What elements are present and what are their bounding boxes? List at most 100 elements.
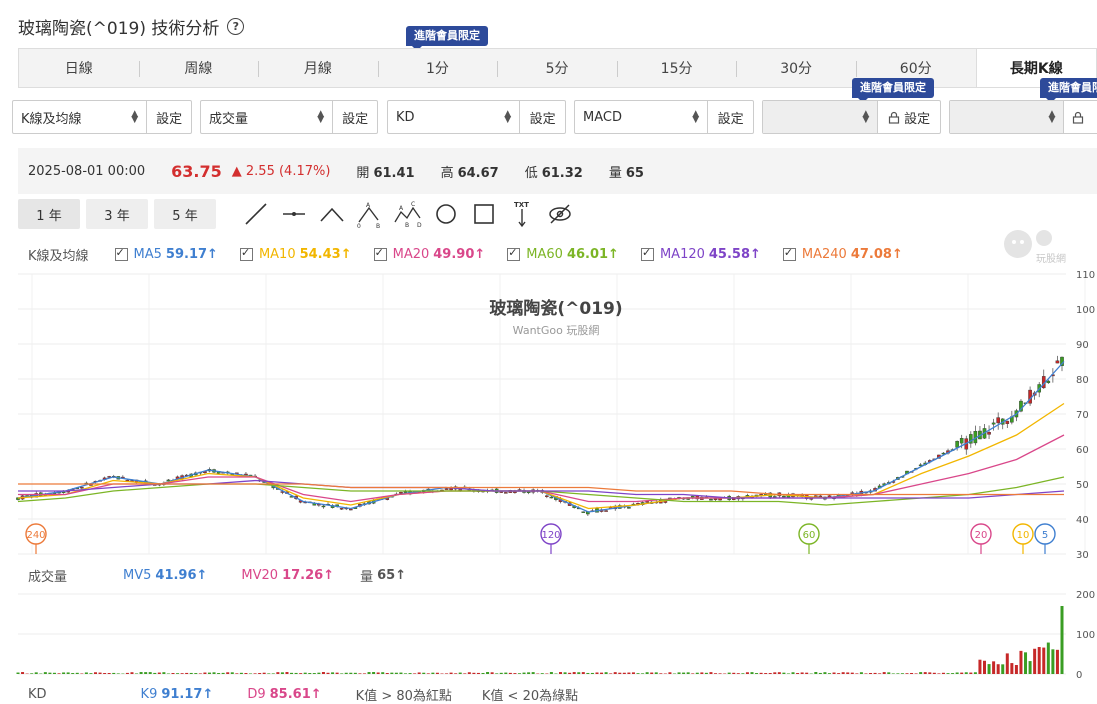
indicator-select-locked-2: ▲▼ [950,101,1064,133]
volume-bar [746,672,749,674]
checkbox-checked-icon[interactable] [641,248,654,261]
volume-bar [491,672,494,674]
volume-bar [559,672,562,674]
volume-bar [915,673,918,674]
candle-body [605,511,608,512]
svg-text:A: A [366,202,371,209]
volume-bar [454,673,457,674]
candle-body [399,492,402,493]
ma-marker-label: 5 [1042,530,1048,541]
indicator-select-group-5: ▲▼ 設定 [762,100,941,134]
volume-bar [655,672,658,674]
settings-button-locked-1[interactable]: 設定 [878,101,940,133]
ma240-toggle[interactable]: MA24047.08↑ [783,247,903,262]
ma60-toggle[interactable]: MA6046.01↑ [507,247,619,262]
tab-month[interactable]: 月線 [258,49,378,87]
volume-chart[interactable]: 2001000 [0,590,1097,680]
checkbox-checked-icon[interactable] [507,248,520,261]
volume-bar [819,673,822,674]
indicator-select-kline[interactable]: K線及均線 ▲▼ [13,101,147,133]
volume-bar [463,673,466,674]
candle-body [709,499,712,500]
range-5y-button[interactable]: 5 年 [154,199,216,229]
volume-bar [500,673,503,674]
candle-body [987,432,990,434]
price-chart[interactable]: 11010090807060504030 玻璃陶瓷(^019) WantGoo … [0,268,1097,558]
volume-bar [896,673,899,674]
settings-button-volume[interactable]: 設定 [333,101,377,133]
volume-bar [787,673,790,674]
volume-bar [172,673,175,674]
draw-abc-pattern-icon[interactable]: A0B [352,199,388,229]
checkbox-checked-icon[interactable] [240,248,253,261]
volume-bar [67,672,70,674]
indicator-select-kd[interactable]: KD ▲▼ [388,101,520,133]
draw-abcd-pattern-icon[interactable]: ACBD [390,199,426,229]
volume-bar [126,673,129,674]
indicator-select-volume-value: 成交量 [209,108,248,127]
draw-rectangle-icon[interactable] [466,199,502,229]
volume-bar [869,673,872,674]
range-1y-button[interactable]: 1 年 [18,199,80,229]
indicator-select-locked-1: ▲▼ [763,101,878,133]
tab-week[interactable]: 周線 [139,49,259,87]
settings-button-kline[interactable]: 設定 [147,101,191,133]
draw-line-icon[interactable] [238,199,274,229]
candle-body [782,496,785,497]
mv5-value: 41.96↑ [155,568,207,583]
draw-angle-icon[interactable] [314,199,350,229]
volume-bar [372,672,375,674]
draw-circle-icon[interactable] [428,199,464,229]
volume-bar [436,673,439,674]
volume-chart-y-axis: 2001000 [1076,590,1095,680]
tab-15min[interactable]: 15分 [617,49,737,87]
ma20-toggle[interactable]: MA2049.90↑ [374,247,486,262]
low-label: 低 [525,166,538,181]
volume-bar [117,673,120,674]
volume-bar [76,673,79,674]
settings-button-macd[interactable]: 設定 [708,101,753,133]
volume-bar [750,672,753,674]
volume-bar [349,673,352,674]
indicator-select-macd[interactable]: MACD ▲▼ [575,101,708,133]
volume-bar [796,673,799,674]
volume-bar [637,673,640,674]
range-3y-button[interactable]: 3 年 [86,199,148,229]
candle-body [1047,381,1050,383]
tab-5min[interactable]: 5分 [497,49,617,87]
tab-30min[interactable]: 30分 [736,49,856,87]
volume-bar [276,672,279,674]
kd-note-2: K值 < 20為綠點 [482,685,578,704]
volume-bar [577,672,580,674]
ma5-toggle[interactable]: MA559.17↑ [115,247,218,262]
y-tick-label: 80 [1076,375,1089,386]
settings-label-locked-1: 設定 [904,108,930,127]
ma5-line [18,362,1064,513]
ma120-toggle[interactable]: MA12045.58↑ [641,247,761,262]
checkbox-checked-icon[interactable] [115,248,128,261]
checkbox-checked-icon[interactable] [783,248,796,261]
checkbox-checked-icon[interactable] [374,248,387,261]
hide-drawings-icon[interactable] [542,199,578,229]
y-tick-label: 90 [1076,340,1089,351]
volume-bar [226,672,229,674]
indicator-select-volume[interactable]: 成交量 ▲▼ [201,101,333,133]
candlesticks [16,356,1063,516]
help-icon[interactable]: ? [227,18,244,35]
tab-1min[interactable]: 1分 [378,49,498,87]
volume-bar [965,672,968,674]
volume-bar [960,673,963,674]
draw-hline-icon[interactable] [276,199,312,229]
draw-text-icon[interactable]: TXT [504,199,540,229]
kd-legend-label: KD [28,687,47,702]
volume-bar [883,672,886,674]
svg-text:D: D [417,222,422,228]
ma10-toggle[interactable]: MA1054.43↑ [240,247,352,262]
settings-button-kd[interactable]: 設定 [520,101,565,133]
volume-bar [687,672,690,674]
tab-day[interactable]: 日線 [19,49,139,87]
volume-bar [35,672,38,674]
settings-button-locked-2[interactable] [1064,101,1097,133]
price-chart-y-axis: 11010090807060504030 [1076,270,1095,558]
volume-bar [874,673,877,674]
